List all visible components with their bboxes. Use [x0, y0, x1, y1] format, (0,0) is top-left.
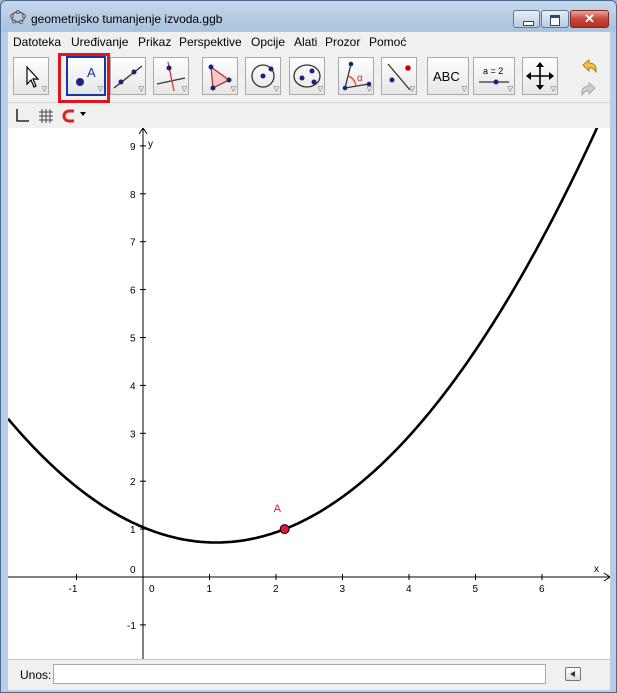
- menu-datoteka[interactable]: Datoteka: [13, 35, 61, 49]
- menu-perspektive[interactable]: Perspektive: [179, 35, 242, 49]
- x-tick-label: 5: [473, 584, 479, 595]
- x-tick-label: 2: [273, 584, 279, 595]
- y-tick-label: 2: [130, 477, 136, 488]
- maximize-button[interactable]: [541, 10, 569, 28]
- y-tick-label: 3: [130, 429, 136, 440]
- text-tool-button[interactable]: ABC ▽: [427, 57, 469, 95]
- y-tick-label: 9: [130, 142, 136, 153]
- input-field[interactable]: [53, 664, 546, 684]
- x-tick-label: 6: [539, 584, 545, 595]
- angle-tool-button[interactable]: α ▽: [338, 57, 374, 95]
- y-tick-label: -1: [127, 621, 136, 632]
- coordinate-axes: xy: [8, 128, 610, 659]
- slider-tool-label: a = 2: [483, 66, 503, 76]
- y-tick-label: 5: [130, 334, 136, 345]
- x-tick-label: 0: [149, 584, 155, 595]
- y-tick-label: 7: [130, 238, 136, 249]
- application-window: geometrijsko tumanjenje izvoda.ggb ✕ Dat…: [0, 0, 617, 693]
- geogebra-app-icon: [10, 10, 26, 24]
- x-tick-label: 3: [340, 584, 346, 595]
- polygon-tool-button[interactable]: ▽: [202, 57, 238, 95]
- menu-prikaz[interactable]: Prikaz: [138, 35, 171, 49]
- point-a[interactable]: [279, 524, 290, 535]
- window-title: geometrijsko tumanjenje izvoda.ggb: [31, 12, 223, 26]
- close-icon: ✕: [584, 11, 595, 26]
- slider-tool-button[interactable]: a = 2 ▽: [473, 57, 515, 95]
- y-tick-label: 8: [130, 190, 136, 201]
- style-bar: [8, 103, 610, 129]
- point-a-label: A: [274, 503, 282, 515]
- grid-toggle-icon[interactable]: [38, 108, 54, 124]
- input-help-button[interactable]: [565, 667, 581, 681]
- line-tool-button[interactable]: ▽: [110, 57, 146, 95]
- y-tick-label: 6: [130, 286, 136, 297]
- reflect-tool-button[interactable]: ▽: [381, 57, 417, 95]
- y-tick-label: 1: [130, 525, 136, 536]
- y-axis-label: y: [148, 139, 153, 150]
- selected-tool-highlight: [58, 53, 110, 103]
- move-graphics-view-tool-button[interactable]: ▽: [522, 57, 558, 95]
- x-tick-label: 1: [207, 584, 213, 595]
- graphics-canvas[interactable]: xy -1 0 1 2 3 4 5 6-10123456789 A: [8, 128, 610, 659]
- x-tick-label: -1: [69, 584, 78, 595]
- menu-pomoc[interactable]: Pomoć: [369, 35, 406, 49]
- input-label: Unos:: [20, 668, 52, 682]
- undo-icon[interactable]: [579, 57, 599, 77]
- y-tick-label: 4: [130, 381, 136, 392]
- axis-ticks: -1 0 1 2 3 4 5 6 -1 0 1 2 3 4 5 6 7 8 9: [69, 142, 546, 632]
- axes-toggle-icon[interactable]: [14, 108, 30, 124]
- y-tick-label: 0: [130, 565, 136, 576]
- minimize-button[interactable]: [513, 10, 540, 28]
- text-tool-label: ABC: [433, 69, 460, 84]
- ellipse-tool-button[interactable]: ▽: [289, 57, 325, 95]
- title-bar[interactable]: geometrijsko tumanjenje izvoda.ggb ✕: [1, 1, 616, 31]
- function-curve[interactable]: [8, 128, 606, 544]
- menu-uredivanje[interactable]: Uređivanje: [71, 35, 128, 49]
- dropdown-arrow-icon[interactable]: [80, 112, 88, 118]
- menu-bar: Datoteka Uređivanje Prikaz Perspektive O…: [8, 32, 610, 52]
- circle-tool-button[interactable]: ▽: [245, 57, 281, 95]
- perpendicular-line-tool-button[interactable]: ▽: [153, 57, 189, 95]
- menu-alati[interactable]: Alati: [294, 35, 317, 49]
- graphics-view[interactable]: xy -1 0 1 2 3 4 5 6 -1 0 1 2 3 4 5 6 7 8 9 A: [8, 128, 610, 659]
- menu-opcije[interactable]: Opcije: [251, 35, 285, 49]
- close-button[interactable]: ✕: [570, 10, 609, 28]
- redo-icon[interactable]: [579, 80, 599, 100]
- input-bar: Unos:: [8, 659, 610, 690]
- x-axis-label: x: [594, 564, 599, 575]
- angle-tool-label: α: [357, 73, 363, 84]
- point-capturing-magnet-icon[interactable]: [62, 108, 78, 124]
- menu-prozor[interactable]: Prozor: [325, 35, 360, 49]
- x-tick-label: 4: [406, 584, 412, 595]
- move-tool-button[interactable]: ▽: [13, 57, 49, 95]
